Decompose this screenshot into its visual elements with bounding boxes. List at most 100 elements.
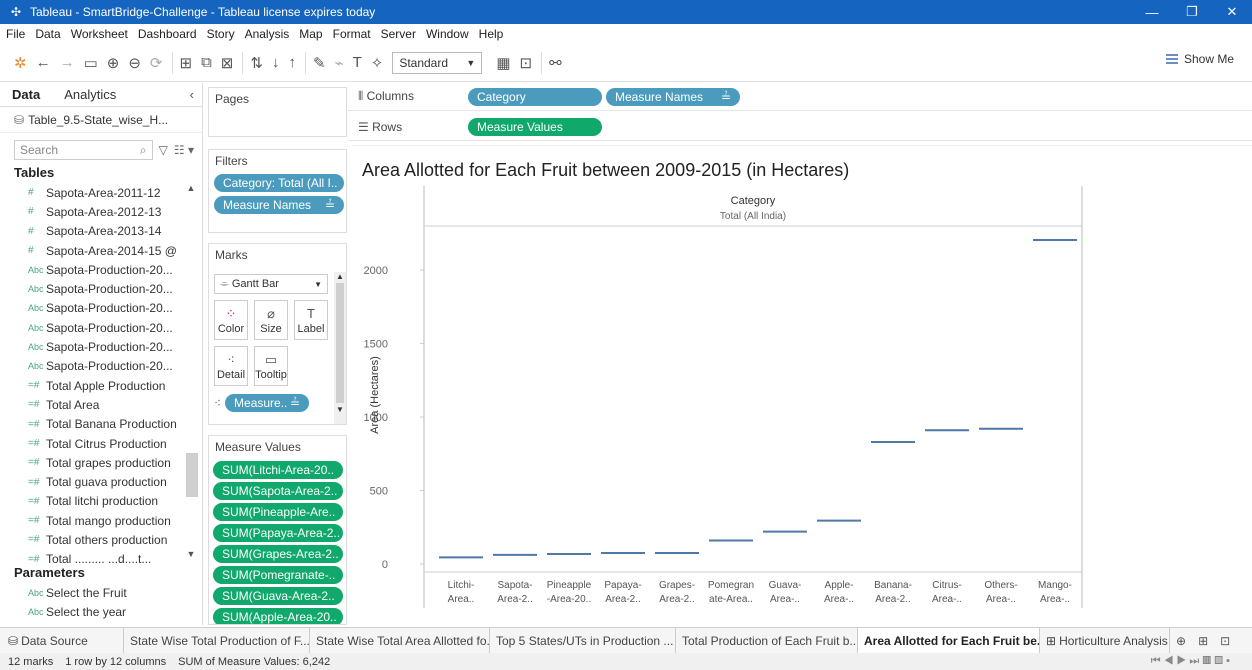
datasource-item[interactable]: ⛁ Table_9.5-State_wise_H... [0, 107, 202, 133]
field-item[interactable]: =# Total guava production [0, 472, 202, 491]
pages-card[interactable]: Pages [208, 87, 347, 137]
pause-updates-icon[interactable]: ⊖ [128, 51, 141, 75]
field-item[interactable]: Abc Sapota-Production-20... [0, 299, 202, 318]
refresh-icon[interactable]: ⟳ [150, 51, 163, 75]
tab-data-source[interactable]: ⛁ Data Source [0, 627, 124, 654]
parameter-item[interactable]: Abc Select the year [0, 602, 202, 621]
sort-descending-icon[interactable]: ↑ [288, 51, 296, 75]
scroll-down-icon[interactable]: ▼ [184, 549, 198, 561]
clear-sheet-icon[interactable]: ⊠ [221, 51, 234, 75]
tab-sheet-active[interactable]: Area Allotted for Each Fruit be... [858, 627, 1040, 654]
field-item[interactable]: =# Total litchi production [0, 492, 202, 511]
field-item[interactable]: Abc Sapota-Production-20... [0, 260, 202, 279]
field-item[interactable]: Abc Sapota-Production-20... [0, 357, 202, 376]
restore-icon[interactable]: ❐ [1172, 0, 1212, 24]
rows-shelf[interactable]: ☰ Rows Measure Values [348, 113, 1252, 141]
menu-data[interactable]: Data [35, 27, 60, 41]
filter-pill-measure-names[interactable]: Measure Names ≟ [214, 196, 344, 214]
close-icon[interactable]: ✕ [1212, 0, 1252, 24]
size-button[interactable]: ⌀ Size [254, 300, 288, 340]
field-item[interactable]: # Sapota-Area-2014-15 @ [0, 241, 202, 260]
tab-analytics[interactable]: Analytics [52, 83, 128, 107]
color-button[interactable]: ⁘ Color [214, 300, 248, 340]
group-icon[interactable]: ⌁ [335, 51, 344, 75]
measure-value-pill[interactable]: SUM(Litchi-Area-20.. [213, 461, 343, 479]
filter-icon[interactable]: ▽ [159, 143, 168, 157]
mark-type-dropdown[interactable]: ⌯ Gantt Bar ▼ [214, 274, 328, 294]
field-item[interactable]: # Sapota-Area-2011-12 [0, 183, 202, 202]
search-input[interactable]: Search ⌕ [14, 140, 153, 160]
field-item[interactable]: =# Total Banana Production [0, 415, 202, 434]
collapse-pane-icon[interactable]: ‹ [190, 87, 194, 102]
field-item[interactable]: # Sapota-Area-2012-13 [0, 202, 202, 221]
measure-value-pill[interactable]: SUM(Grapes-Area-2.. [213, 545, 343, 563]
menu-analysis[interactable]: Analysis [245, 27, 290, 41]
navigation-icons[interactable]: ⏮ ◀ ▶ ⏭ ▦ ▤ ▪ [1151, 655, 1230, 668]
tooltip-button[interactable]: ▭ Tooltip [254, 346, 288, 386]
new-worksheet-icon[interactable]: ⊞ [180, 51, 193, 75]
field-item[interactable]: Abc Sapota-Production-20... [0, 337, 202, 356]
scroll-down-icon[interactable]: ▼ [334, 405, 346, 414]
menu-format[interactable]: Format [333, 27, 371, 41]
marks-scrollbar[interactable]: ▲ ▼ [334, 272, 346, 424]
tab-data[interactable]: Data [0, 83, 52, 107]
rows-pill-measure-values[interactable]: Measure Values [468, 117, 602, 136]
menu-map[interactable]: Map [299, 27, 322, 41]
duplicate-sheet-icon[interactable]: ⧉ [201, 51, 212, 75]
scroll-thumb[interactable] [336, 283, 344, 403]
swap-rows-columns-icon[interactable]: ⇅ [250, 51, 263, 75]
field-item[interactable]: =# Total Area [0, 395, 202, 414]
highlight-icon[interactable]: ✎ [313, 51, 326, 75]
share-icon[interactable]: ⚯ [549, 51, 562, 75]
tab-sheet[interactable]: Total Production of Each Fruit b... [676, 627, 858, 654]
menu-server[interactable]: Server [381, 27, 416, 41]
field-item[interactable]: =# Total grapes production [0, 453, 202, 472]
scroll-up-icon[interactable]: ▲ [334, 272, 346, 281]
menu-help[interactable]: Help [479, 27, 504, 41]
field-item[interactable]: Abc Sapota-Production-20... [0, 279, 202, 298]
fix-axes-icon[interactable]: ✧ [371, 51, 384, 75]
tab-sheet[interactable]: State Wise Total Area Allotted fo... [310, 627, 490, 654]
fields-scrollbar[interactable]: ▲ ▼ [184, 183, 198, 561]
view-options-icon[interactable]: ☷ ▾ [174, 143, 194, 157]
menu-window[interactable]: Window [426, 27, 469, 41]
new-worksheet-icon[interactable]: ⊕ [1176, 634, 1186, 648]
parameter-item[interactable]: Abc Select the Fruit [0, 583, 202, 602]
tab-dashboard[interactable]: ⊞ Horticulture Analysis [1040, 627, 1170, 654]
fit-selector[interactable]: Standard ▼ [392, 51, 483, 74]
new-dashboard-icon[interactable]: ⊞ [1198, 634, 1208, 648]
menu-worksheet[interactable]: Worksheet [71, 27, 128, 41]
scroll-thumb[interactable] [186, 453, 198, 497]
presentation-mode-icon[interactable]: ⊡ [520, 51, 533, 75]
tab-sheet[interactable]: State Wise Total Production of F... [124, 627, 310, 654]
filter-pill-category[interactable]: Category: Total (All I.. [214, 174, 344, 192]
columns-pill-measure-names[interactable]: Measure Names ≟ [606, 87, 740, 106]
field-item[interactable]: =# Total others production [0, 530, 202, 549]
menu-dashboard[interactable]: Dashboard [138, 27, 197, 41]
show-me-button[interactable]: Show Me [1165, 52, 1234, 66]
label-button[interactable]: T Label [294, 300, 328, 340]
field-item[interactable]: =# Total Citrus Production [0, 434, 202, 453]
measure-value-pill[interactable]: SUM(Sapota-Area-2.. [213, 482, 343, 500]
marks-pill-measure-names[interactable]: Measure.. ≟ [225, 394, 310, 412]
show-cards-icon[interactable]: ▦ [496, 51, 510, 75]
menu-file[interactable]: File [6, 27, 25, 41]
menu-story[interactable]: Story [207, 27, 235, 41]
scroll-up-icon[interactable]: ▲ [184, 183, 198, 195]
measure-value-pill[interactable]: SUM(Pineapple-Are.. [213, 503, 343, 521]
field-item[interactable]: =# Total mango production [0, 511, 202, 530]
filters-card[interactable]: Filters Category: Total (All I.. Measure… [208, 149, 347, 233]
sort-ascending-icon[interactable]: ↓ [272, 51, 280, 75]
detail-button[interactable]: ⁖ Detail [214, 346, 248, 386]
measure-value-pill[interactable]: SUM(Pomegranate-.. [213, 566, 343, 584]
columns-pill-category[interactable]: Category [468, 87, 602, 106]
redo-icon[interactable]: → [60, 51, 75, 75]
tab-sheet[interactable]: Top 5 States/UTs in Production ... [490, 627, 676, 654]
tableau-start-icon[interactable]: ✲ [14, 51, 27, 75]
minimize-icon[interactable]: — [1132, 0, 1172, 24]
measure-value-pill[interactable]: SUM(Apple-Area-20.. [213, 608, 343, 624]
new-datasource-icon[interactable]: ⊕ [107, 51, 120, 75]
undo-icon[interactable]: ← [36, 51, 51, 75]
measure-value-pill[interactable]: SUM(Guava-Area-2.. [213, 587, 343, 605]
field-item[interactable]: =# Total Apple Production [0, 376, 202, 395]
